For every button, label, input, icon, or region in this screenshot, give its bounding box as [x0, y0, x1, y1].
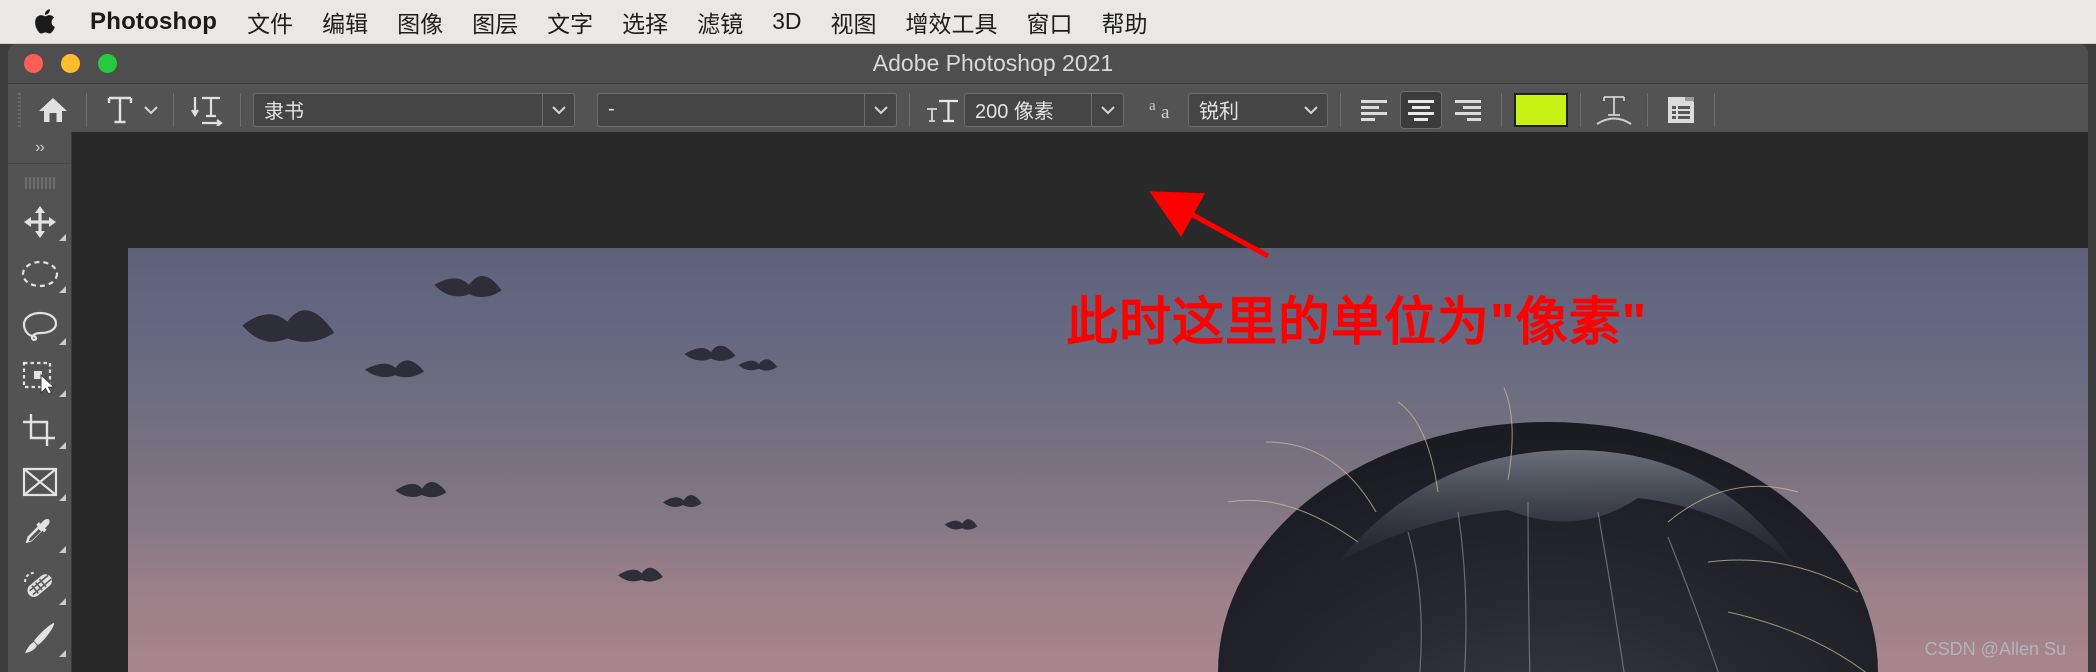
- tools-panel-grip[interactable]: [8, 170, 71, 196]
- svg-text:a: a: [1161, 102, 1170, 123]
- menu-item-view[interactable]: 视图: [831, 5, 877, 39]
- tool-eyedropper[interactable]: [8, 508, 71, 560]
- divider: [86, 92, 87, 127]
- tool-options-triangle-icon: [59, 442, 66, 449]
- options-bar: 隶书 - 200 像素 a a 锐利: [8, 84, 2088, 136]
- chevron-down-icon[interactable]: [1295, 94, 1327, 126]
- woman-hair: [1108, 372, 1988, 672]
- annotation-arrow: [1149, 191, 1270, 259]
- options-bar-grip[interactable]: [14, 92, 28, 127]
- font-size-value: 200 像素: [975, 101, 1054, 123]
- divider: [1340, 92, 1341, 127]
- tool-options-triangle-icon: [59, 598, 66, 605]
- toggle-text-orientation-icon[interactable]: [186, 89, 228, 131]
- tool-frame[interactable]: [8, 456, 71, 508]
- menu-item-edit[interactable]: 编辑: [322, 5, 368, 39]
- menu-item-file[interactable]: 文件: [247, 5, 293, 39]
- svg-text:a: a: [1149, 98, 1156, 114]
- watermark: CSDN @Allen Su: [1924, 639, 2066, 659]
- menu-item-layer[interactable]: 图层: [472, 5, 518, 39]
- tool-elliptical-marquee[interactable]: [8, 248, 71, 300]
- font-size-input[interactable]: 200 像素: [964, 92, 1124, 127]
- tool-options-triangle-icon: [59, 546, 66, 553]
- align-left-button[interactable]: [1353, 91, 1395, 129]
- menu-item-image[interactable]: 图像: [397, 5, 443, 39]
- tool-move[interactable]: [8, 196, 71, 248]
- tool-quick-selection[interactable]: [8, 352, 71, 404]
- tool-options-triangle-icon: [59, 338, 66, 345]
- divider: [1501, 92, 1502, 127]
- window-title: Adobe Photoshop 2021: [872, 50, 1114, 76]
- menu-item-plugins[interactable]: 增效工具: [906, 5, 998, 39]
- menu-app-name[interactable]: Photoshop: [90, 8, 217, 36]
- chevron-down-icon[interactable]: [141, 89, 161, 131]
- divider: [1580, 92, 1581, 127]
- tool-options-triangle-icon: [59, 234, 66, 241]
- expand-tools-button[interactable]: ››: [8, 132, 71, 164]
- divider: [909, 92, 910, 127]
- divider: [240, 92, 241, 127]
- home-icon[interactable]: [32, 89, 74, 131]
- menu-item-filter[interactable]: 滤镜: [697, 5, 743, 39]
- divider: [1714, 92, 1715, 127]
- align-center-button[interactable]: [1400, 90, 1442, 129]
- font-size-icon: [922, 89, 964, 131]
- font-style-value: -: [608, 98, 615, 120]
- window-title-bar: Adobe Photoshop 2021: [8, 44, 2088, 84]
- macos-menu-bar: Photoshop 文件 编辑 图像 图层 文字 选择 滤镜 3D 视图 增效工…: [0, 0, 2096, 44]
- divider: [173, 92, 174, 127]
- photoshop-window: Adobe Photoshop 2021 隶书 - 200 像素 a a 锐利 …: [8, 44, 2088, 672]
- annotation-text: 此时这里的单位为"像素": [1066, 294, 1648, 352]
- align-right-button[interactable]: [1447, 91, 1489, 129]
- photoshop-screenshot: Photoshop 文件 编辑 图像 图层 文字 选择 滤镜 3D 视图 增效工…: [0, 0, 2096, 672]
- tool-options-triangle-icon: [59, 286, 66, 293]
- divider: [1647, 92, 1648, 127]
- tool-lasso[interactable]: [8, 300, 71, 352]
- font-style-select[interactable]: -: [597, 92, 897, 127]
- menu-item-3d[interactable]: 3D: [772, 8, 801, 35]
- tool-options-triangle-icon: [59, 650, 66, 657]
- anti-aliasing-icon: a a: [1146, 89, 1188, 131]
- menu-item-type[interactable]: 文字: [547, 5, 593, 39]
- text-color-swatch[interactable]: [1514, 92, 1568, 127]
- menu-item-select[interactable]: 选择: [622, 5, 668, 39]
- font-family-select[interactable]: 隶书: [253, 92, 575, 127]
- tool-crop[interactable]: [8, 404, 71, 456]
- tool-options-triangle-icon: [59, 494, 66, 501]
- warp-text-icon[interactable]: [1593, 89, 1635, 131]
- tools-panel: ››: [8, 132, 72, 672]
- anti-aliasing-value: 锐利: [1199, 101, 1239, 123]
- tool-brush[interactable]: [8, 612, 71, 664]
- chevron-down-icon[interactable]: [542, 93, 574, 126]
- canvas-area[interactable]: CSDN @Allen Su: [72, 132, 2088, 672]
- text-alignment-group: [1353, 90, 1489, 129]
- tool-healing-brush[interactable]: [8, 560, 71, 612]
- apple-logo-icon[interactable]: [34, 8, 56, 35]
- horizontal-type-tool-icon[interactable]: [99, 89, 141, 131]
- chevron-down-icon[interactable]: [864, 93, 896, 126]
- character-paragraph-panel-icon[interactable]: [1660, 89, 1702, 131]
- chevron-down-icon[interactable]: [1091, 93, 1123, 126]
- menu-item-help[interactable]: 帮助: [1102, 5, 1148, 39]
- tool-options-triangle-icon: [59, 390, 66, 397]
- font-family-value: 隶书: [264, 101, 304, 123]
- anti-aliasing-select[interactable]: 锐利: [1188, 92, 1328, 127]
- menu-item-window[interactable]: 窗口: [1027, 5, 1073, 39]
